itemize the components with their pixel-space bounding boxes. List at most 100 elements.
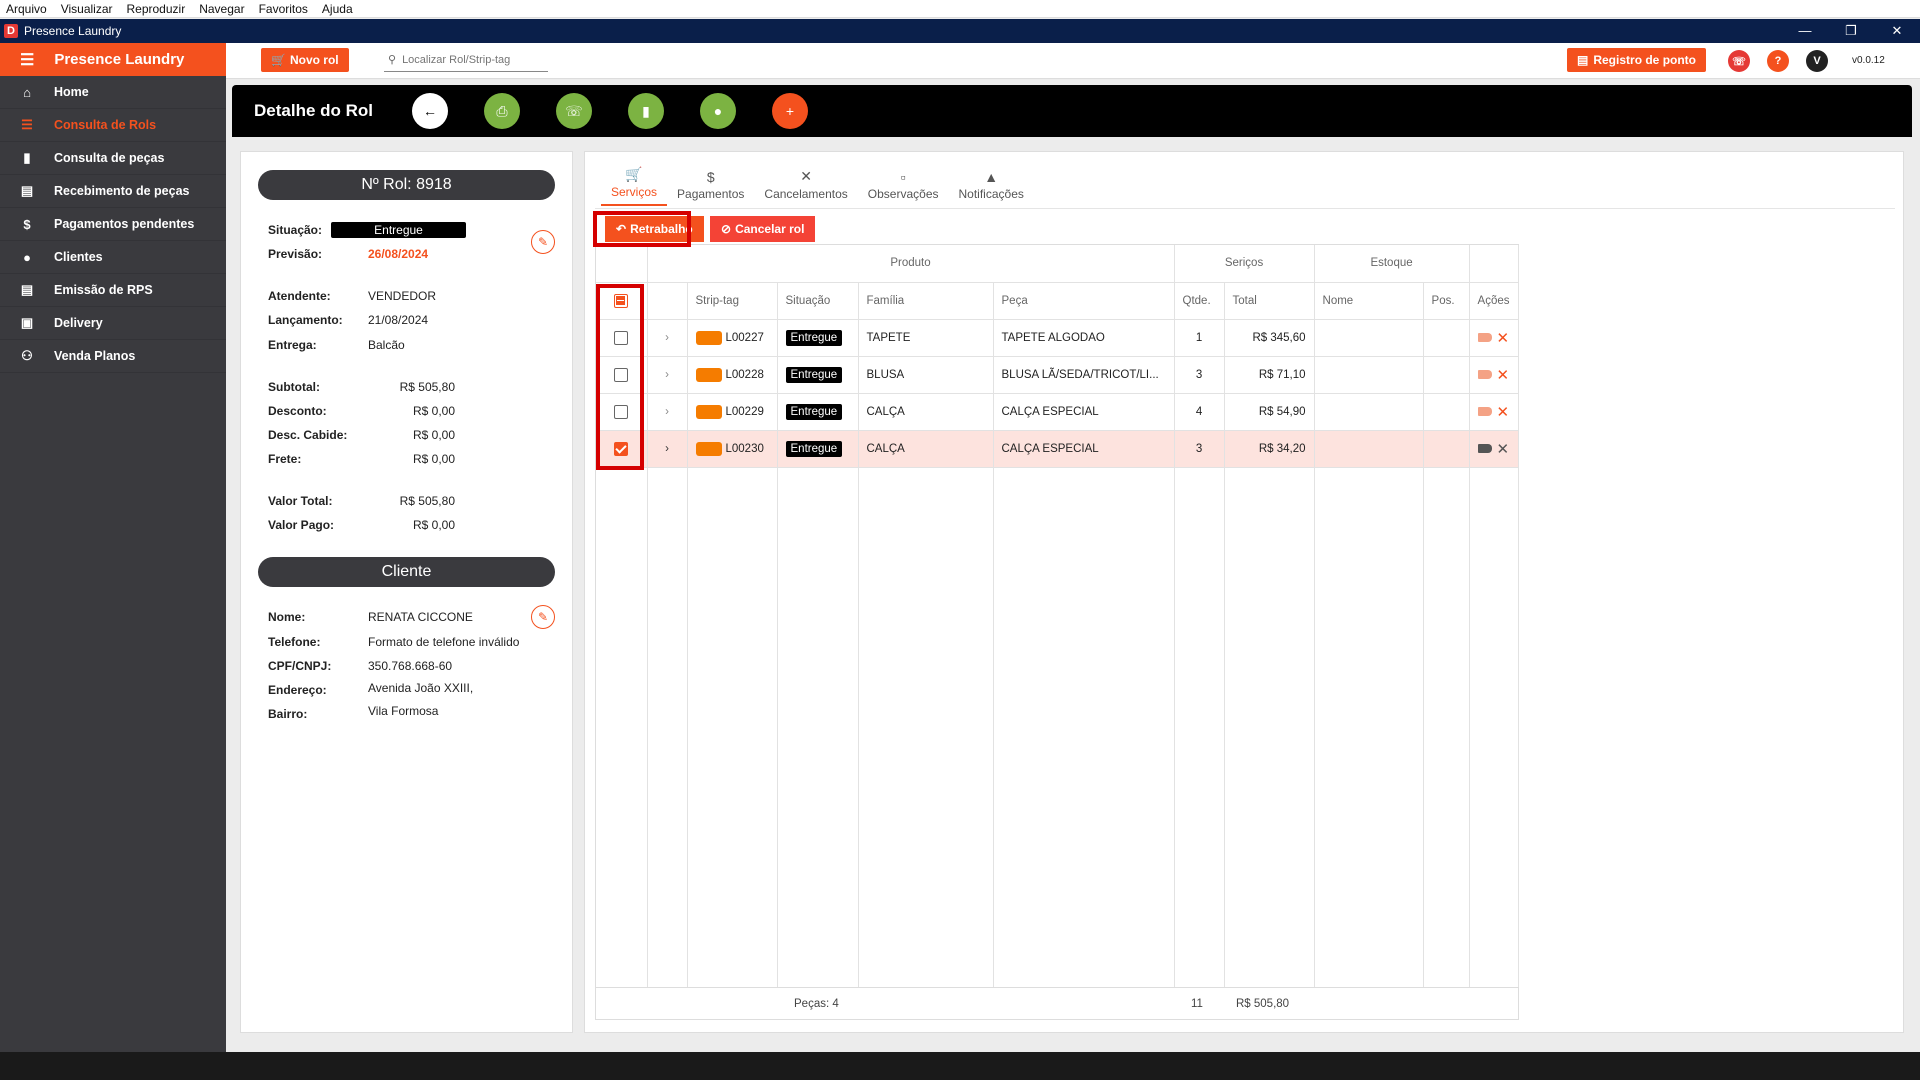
col-peca[interactable]: Peça: [993, 282, 1175, 320]
strip-tag-value: L00230: [725, 442, 764, 455]
whatsapp-icon[interactable]: ☏: [1728, 50, 1750, 72]
group-spacer: [596, 245, 648, 283]
print-button[interactable]: ⎙: [484, 93, 520, 129]
nome-cell: [1314, 319, 1424, 357]
nome-cell: [1314, 430, 1424, 468]
customer-button[interactable]: ●: [700, 93, 736, 129]
close-window-icon[interactable]: ✕: [1874, 19, 1920, 43]
tab-observacoes[interactable]: ▫ Observações: [858, 166, 949, 206]
sidebar-item-home[interactable]: ⌂ Home: [0, 76, 226, 109]
strip-tag-cell: L00230: [687, 430, 778, 468]
back-button[interactable]: ←: [412, 93, 448, 129]
acoes-cell: ✕: [1469, 319, 1519, 357]
label-icon[interactable]: [1477, 444, 1492, 453]
nome-value: RENATA CICCONE: [368, 610, 473, 624]
acoes-cell: ✕: [1469, 393, 1519, 431]
sidebar-item-consulta-pecas[interactable]: ▮ Consulta de peças: [0, 142, 226, 175]
edit-rol-icon[interactable]: ✎: [531, 230, 555, 254]
menu-navegar[interactable]: Navegar: [199, 2, 244, 16]
expand-chevron-icon[interactable]: ›: [647, 319, 688, 357]
remove-icon[interactable]: ✕: [1497, 367, 1510, 384]
col-total[interactable]: Total: [1224, 282, 1315, 320]
expand-chevron-icon[interactable]: ›: [647, 356, 688, 394]
table-row[interactable]: › L00229 Entregue CALÇA CALÇA ESPECIAL 4…: [596, 393, 1519, 431]
tab-servicos[interactable]: 🛒 Serviços: [601, 166, 668, 206]
sidebar-item-emissao-rps[interactable]: ▤ Emissão de RPS: [0, 274, 226, 307]
menu-visualizar[interactable]: Visualizar: [61, 2, 113, 16]
col-pos[interactable]: Pos.: [1423, 282, 1470, 320]
previsao-row: Previsão: 26/08/2024: [268, 247, 478, 261]
group-spacer: [1469, 245, 1519, 283]
expand-chevron-icon[interactable]: ›: [647, 393, 688, 431]
desconto-value: R$ 0,00: [412, 404, 455, 418]
label-icon[interactable]: [1477, 407, 1492, 416]
bairro-label: Bairro:: [268, 707, 308, 721]
clock-icon: ▤: [1577, 53, 1589, 67]
status-badge: Entregue: [785, 329, 843, 346]
valor-pago-value: R$ 0,00: [412, 518, 455, 532]
sidebar-item-label: Clientes: [54, 250, 103, 264]
sidebar-item-delivery[interactable]: ▣ Delivery: [0, 307, 226, 340]
sidebar-item-venda-planos[interactable]: ⚇ Venda Planos: [0, 340, 226, 373]
rol-number-header: Nº Rol: 8918: [258, 170, 555, 200]
strip-tag-value: L00229: [725, 405, 764, 418]
subtotal-label: Subtotal:: [268, 380, 320, 394]
endereco-label: Endereço:: [268, 683, 327, 697]
total-cell: R$ 345,60: [1224, 319, 1315, 357]
col-acoes: Ações: [1469, 282, 1519, 320]
dollar-icon: $: [706, 169, 715, 185]
avatar[interactable]: V: [1806, 50, 1828, 72]
lancamento-value: 21/08/2024: [368, 313, 429, 327]
remove-icon[interactable]: ✕: [1497, 404, 1510, 421]
novo-rol-button[interactable]: 🛒 Novo rol: [261, 48, 349, 72]
valor-total-value: R$ 505,80: [399, 494, 455, 508]
col-qtde[interactable]: Qtde.: [1174, 282, 1225, 320]
sidebar-item-clientes[interactable]: ● Clientes: [0, 241, 226, 274]
footer-qtde-total: 11: [1191, 998, 1203, 1010]
whatsapp-icon: ☏: [565, 102, 583, 119]
col-nome[interactable]: Nome: [1314, 282, 1424, 320]
help-icon[interactable]: ?: [1767, 50, 1789, 72]
dollar-icon: $: [23, 216, 31, 232]
whatsapp-button[interactable]: ☏: [556, 93, 592, 129]
peca-cell: BLUSA LÃ/SEDA/TRICOT/LI...: [993, 356, 1175, 394]
familia-cell: CALÇA: [858, 430, 994, 468]
table-row[interactable]: › L00228 Entregue BLUSA BLUSA LÃ/SEDA/TR…: [596, 356, 1519, 394]
label-icon[interactable]: [1477, 333, 1492, 342]
strip-tag-cell: L00228: [687, 356, 778, 394]
tab-notificacoes[interactable]: ▲ Notificações: [949, 166, 1034, 206]
col-situacao[interactable]: Situação: [777, 282, 859, 320]
menu-reproduzir[interactable]: Reproduzir: [127, 2, 186, 16]
expand-chevron-icon[interactable]: ›: [647, 430, 688, 468]
menu-favoritos[interactable]: Favoritos: [259, 2, 308, 16]
add-button[interactable]: +: [772, 93, 808, 129]
menu-arquivo[interactable]: Arquivo: [6, 2, 47, 16]
table-row[interactable]: › L00227 Entregue TAPETE TAPETE ALGODAO …: [596, 319, 1519, 357]
tab-cancelamentos[interactable]: ✕ Cancelamentos: [754, 166, 857, 206]
strip-tag-value: L00227: [725, 331, 764, 344]
pos-cell: [1423, 356, 1470, 394]
menu-ajuda[interactable]: Ajuda: [322, 2, 353, 16]
minimize-icon[interactable]: —: [1782, 19, 1828, 43]
remove-icon[interactable]: ✕: [1497, 330, 1510, 347]
edit-cliente-icon[interactable]: ✎: [531, 605, 555, 629]
label-icon[interactable]: [1477, 370, 1492, 379]
entrega-label: Entrega:: [268, 338, 317, 352]
label-button[interactable]: ▮: [628, 93, 664, 129]
col-strip-tag[interactable]: Strip-tag: [687, 282, 778, 320]
col-familia[interactable]: Família: [858, 282, 994, 320]
tab-pagamentos[interactable]: $ Pagamentos: [667, 166, 754, 206]
situacao-cell: Entregue: [777, 356, 859, 394]
table-row-selected[interactable]: › L00230 Entregue CALÇA CALÇA ESPECIAL 3…: [596, 430, 1519, 468]
registro-ponto-button[interactable]: ▤ Registro de ponto: [1567, 48, 1707, 72]
hamburger-menu-icon[interactable]: ☰: [20, 50, 34, 70]
sidebar-item-consulta-rols[interactable]: ☰ Consulta de Rols: [0, 109, 226, 142]
sidebar-item-recebimento-pecas[interactable]: ▤ Recebimento de peças: [0, 175, 226, 208]
sidebar-item-pagamentos-pendentes[interactable]: $ Pagamentos pendentes: [0, 208, 226, 241]
cpf-label: CPF/CNPJ:: [268, 659, 332, 673]
search-input[interactable]: [402, 53, 533, 66]
taskbar: [0, 1052, 1920, 1080]
cancelar-rol-button[interactable]: ⊘ Cancelar rol: [710, 216, 816, 242]
remove-icon[interactable]: ✕: [1497, 441, 1510, 458]
restore-icon[interactable]: ❐: [1828, 19, 1874, 43]
